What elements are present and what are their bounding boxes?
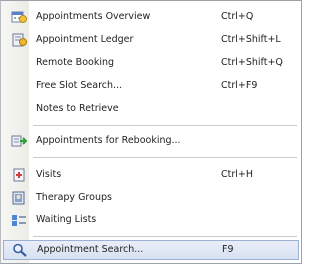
search-icon [12,243,28,257]
visit-icon [11,168,27,182]
menu-item-label: Remote Booking [36,57,115,68]
menu-item-appointment-search[interactable]: Appointment Search... F9 [3,240,299,260]
menu-item-appointment-ledger[interactable]: Appointment Ledger Ctrl+Shift+L [3,30,299,50]
menu-item-shortcut: F9 [222,244,234,255]
menu-item-label: Appointment Search... [37,244,144,255]
menu-item-label: Therapy Groups [36,192,112,203]
menu-separator [33,157,297,158]
menu-item-label: Appointment Ledger [36,34,134,45]
menu-item-appointments-overview[interactable]: Appointments Overview Ctrl+Q [3,7,299,27]
menu-item-label: Appointments Overview [36,11,151,22]
context-menu: Appointments Overview Ctrl+Q Appointment… [0,0,302,264]
ledger-icon [11,33,27,47]
menu-item-shortcut: Ctrl+H [221,169,254,180]
menu-item-free-slot-search[interactable]: Free Slot Search... Ctrl+F9 [3,76,299,96]
rebook-icon [11,134,28,148]
therapy-groups-icon [11,191,27,205]
calendar-icon [11,10,27,24]
menu-item-appointments-for-rebooking[interactable]: Appointments for Rebooking... [3,131,299,151]
menu-item-remote-booking[interactable]: Remote Booking Ctrl+Shift+Q [3,53,299,73]
menu-item-shortcut: Ctrl+Q [221,11,254,22]
menu-item-label: Free Slot Search... [36,80,123,91]
menu-separator [33,236,297,237]
menu-item-label: Waiting Lists [36,214,97,225]
menu-item-notes-to-retrieve[interactable]: Notes to Retrieve [3,99,299,119]
menu-item-shortcut: Ctrl+Shift+Q [221,57,283,68]
menu-separator [33,125,297,126]
menu-item-label: Notes to Retrieve [36,103,119,114]
waiting-list-icon [11,213,27,227]
menu-item-therapy-groups[interactable]: Therapy Groups [3,188,299,208]
menu-item-label: Appointments for Rebooking... [36,135,181,146]
menu-item-visits[interactable]: Visits Ctrl+H [3,165,299,185]
menu-item-shortcut: Ctrl+F9 [221,80,258,91]
menu-item-waiting-lists[interactable]: Waiting Lists [3,210,299,230]
menu-item-label: Visits [36,169,62,180]
menu-item-shortcut: Ctrl+Shift+L [221,34,281,45]
